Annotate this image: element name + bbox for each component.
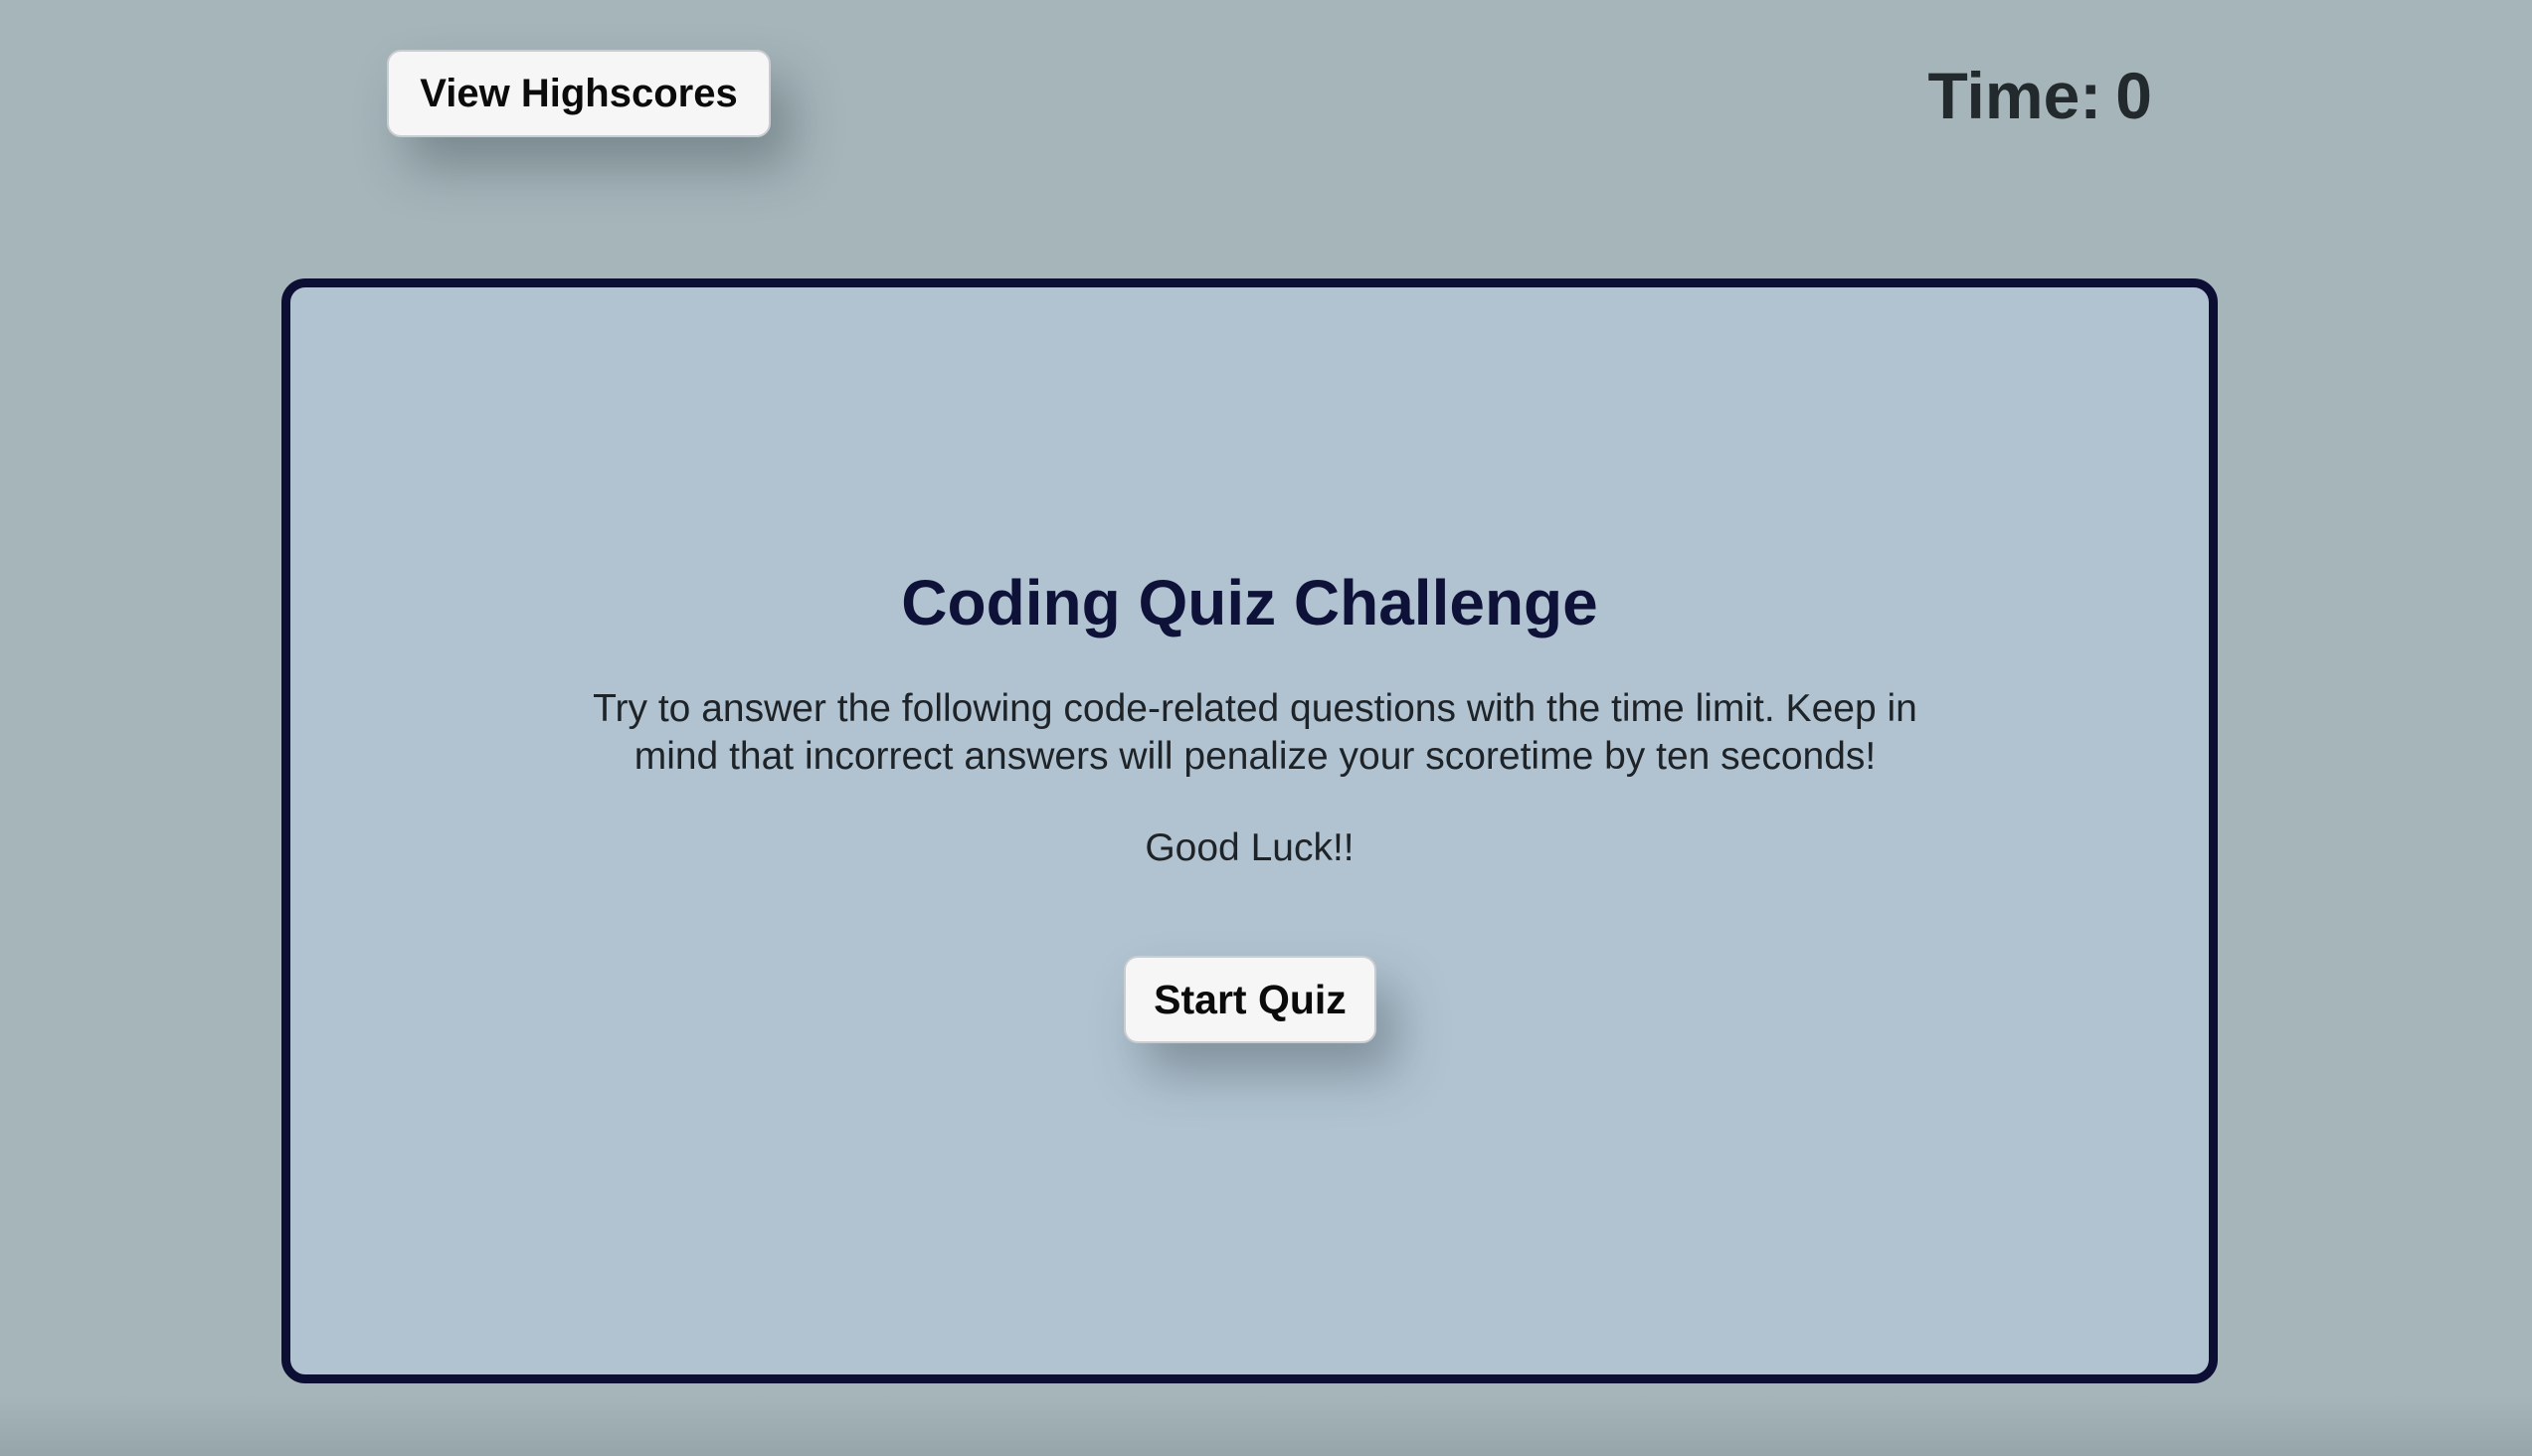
view-highscores-button[interactable]: View Highscores <box>387 50 771 137</box>
timer-label: Time: <box>1927 59 2102 132</box>
timer: Time: 0 <box>1927 58 2152 133</box>
quiz-card: Coding Quiz Challenge Try to answer the … <box>281 278 2218 1383</box>
bottom-fade <box>0 1396 2532 1456</box>
quiz-title: Coding Quiz Challenge <box>901 567 1598 638</box>
quiz-description: Try to answer the following code-related… <box>593 687 1917 778</box>
start-quiz-button[interactable]: Start Quiz <box>1124 956 1376 1043</box>
timer-value: 0 <box>2115 59 2152 132</box>
good-luck-text: Good Luck!! <box>1145 826 1355 869</box>
